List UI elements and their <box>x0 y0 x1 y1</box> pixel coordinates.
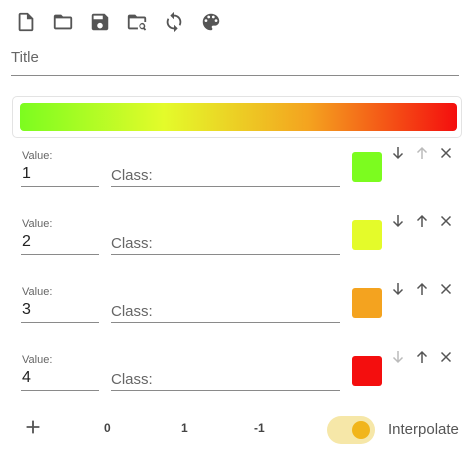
value-label: Value: <box>22 354 53 366</box>
class-label: Class: <box>111 235 153 252</box>
color-stop-row: Value: 2 Class: <box>0 214 475 286</box>
color-swatch[interactable] <box>352 220 382 250</box>
move-up-icon <box>414 145 430 161</box>
save-icon[interactable] <box>88 10 112 34</box>
value-field[interactable]: Value: 1 <box>21 150 99 187</box>
title-field[interactable]: Title <box>11 48 459 76</box>
move-up-icon[interactable] <box>414 213 430 229</box>
title-label: Title <box>11 49 39 66</box>
bottom-toolbar: 0 1 -1 Interpolate <box>0 414 475 446</box>
class-field[interactable]: Class: <box>111 150 340 187</box>
color-stop-row: Value: 1 Class: <box>0 146 475 218</box>
new-file-icon[interactable] <box>14 10 38 34</box>
close-icon[interactable] <box>438 145 454 161</box>
move-down-icon <box>390 349 406 365</box>
add-icon[interactable] <box>22 416 44 438</box>
class-field[interactable]: Class: <box>111 286 340 323</box>
color-gradient <box>20 103 457 131</box>
class-label: Class: <box>111 167 153 184</box>
toggle-knob <box>352 421 370 439</box>
color-swatch[interactable] <box>352 288 382 318</box>
value-input[interactable]: 2 <box>22 233 31 251</box>
move-down-icon[interactable] <box>390 213 406 229</box>
close-icon[interactable] <box>438 213 454 229</box>
color-swatch[interactable] <box>352 152 382 182</box>
value-input[interactable]: 3 <box>22 301 31 319</box>
toolbar <box>14 10 223 34</box>
refresh-icon[interactable] <box>162 10 186 34</box>
color-stop-row: Value: 3 Class: <box>0 282 475 354</box>
zero-button[interactable]: 0 <box>104 421 111 435</box>
class-label: Class: <box>111 371 153 388</box>
palette-icon[interactable] <box>199 10 223 34</box>
move-down-icon[interactable] <box>390 145 406 161</box>
move-up-icon[interactable] <box>414 349 430 365</box>
value-label: Value: <box>22 286 53 298</box>
value-field[interactable]: Value: 3 <box>21 286 99 323</box>
value-label: Value: <box>22 150 53 162</box>
close-icon[interactable] <box>438 281 454 297</box>
value-field[interactable]: Value: 2 <box>21 218 99 255</box>
interpolate-toggle[interactable] <box>327 416 375 444</box>
value-input[interactable]: 1 <box>22 165 31 183</box>
minus-one-button[interactable]: -1 <box>254 421 265 435</box>
color-stop-row: Value: 4 Class: <box>0 350 475 422</box>
gradient-preview <box>12 96 462 138</box>
move-up-icon[interactable] <box>414 281 430 297</box>
value-field[interactable]: Value: 4 <box>21 354 99 391</box>
value-label: Value: <box>22 218 53 230</box>
one-button[interactable]: 1 <box>181 421 188 435</box>
interpolate-label: Interpolate <box>388 421 459 438</box>
close-icon[interactable] <box>438 349 454 365</box>
move-down-icon[interactable] <box>390 281 406 297</box>
color-swatch[interactable] <box>352 356 382 386</box>
class-field[interactable]: Class: <box>111 218 340 255</box>
class-field[interactable]: Class: <box>111 354 340 391</box>
browse-folder-icon[interactable] <box>125 10 149 34</box>
class-label: Class: <box>111 303 153 320</box>
open-folder-icon[interactable] <box>51 10 75 34</box>
value-input[interactable]: 4 <box>22 369 31 387</box>
